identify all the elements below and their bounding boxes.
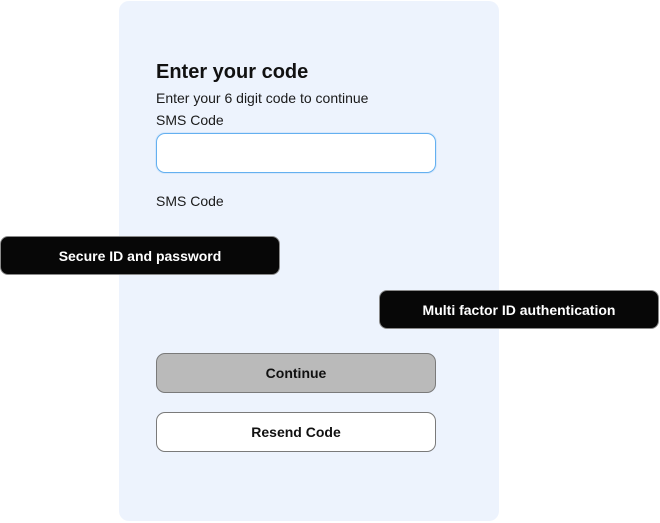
page-subtitle: Enter your 6 digit code to continue	[156, 90, 369, 106]
sms-code-label-secondary: SMS Code	[156, 193, 224, 209]
secure-id-callout-text: Secure ID and password	[58, 247, 222, 264]
secure-id-callout: Secure ID and password	[0, 236, 280, 275]
continue-button[interactable]: Continue	[156, 353, 436, 393]
page-title: Enter your code	[156, 61, 309, 83]
mfa-callout-text: Multi factor ID authentication	[422, 301, 616, 318]
sms-code-label: SMS Code	[156, 112, 224, 128]
resend-code-button[interactable]: Resend Code	[156, 412, 436, 452]
sms-code-input[interactable]	[156, 133, 436, 173]
mfa-callout: Multi factor ID authentication	[379, 290, 659, 329]
